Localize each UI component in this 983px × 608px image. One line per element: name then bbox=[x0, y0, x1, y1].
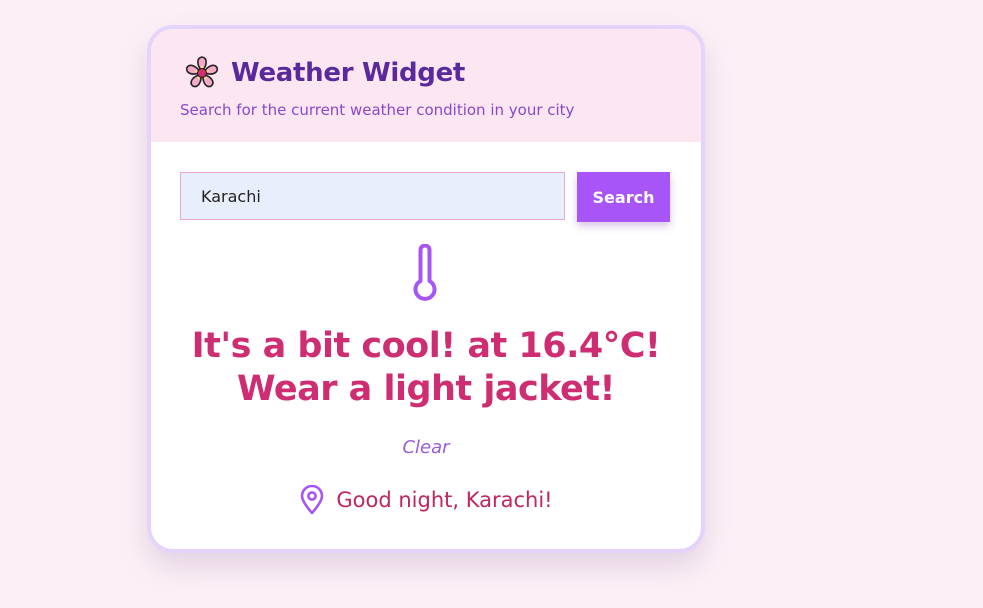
location-greeting-row: Good night, Karachi! bbox=[151, 484, 701, 516]
thermometer-icon bbox=[413, 244, 437, 301]
weather-widget-card: Weather Widget Search for the current we… bbox=[147, 25, 705, 553]
clear-link[interactable]: Clear bbox=[151, 437, 701, 458]
map-pin-icon bbox=[301, 485, 324, 515]
weather-message-line-2: Wear a light jacket! bbox=[237, 369, 615, 409]
weather-message-line-1: It's a bit cool! at 16.4°C! bbox=[191, 326, 661, 366]
title-row: Weather Widget bbox=[184, 55, 465, 91]
greeting-text: Good night, Karachi! bbox=[336, 488, 553, 512]
cherry-blossom-icon bbox=[185, 56, 219, 88]
widget-subtitle: Search for the current weather condition… bbox=[180, 101, 575, 119]
widget-title: Weather Widget bbox=[231, 58, 466, 88]
weather-message: It's a bit cool! at 16.4°C! Wear a light… bbox=[151, 325, 701, 411]
search-button[interactable]: Search bbox=[577, 172, 670, 222]
city-search-input[interactable] bbox=[180, 172, 565, 220]
widget-header: Weather Widget Search for the current we… bbox=[151, 29, 701, 142]
